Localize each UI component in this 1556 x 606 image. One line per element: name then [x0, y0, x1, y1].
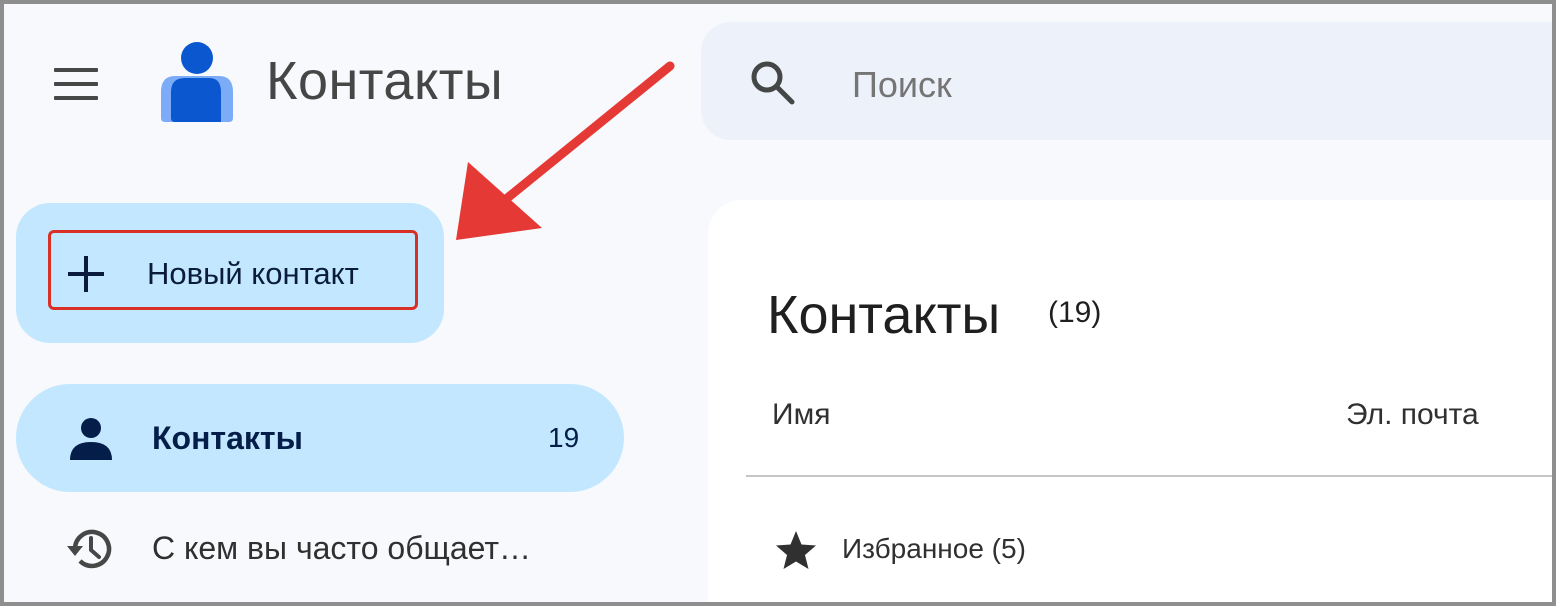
main-menu-button[interactable]: [48, 58, 104, 108]
star-icon: [776, 531, 816, 569]
new-contact-label[interactable]: Новый контакт: [147, 256, 359, 292]
sidebar-item-label: Контакты: [152, 420, 303, 456]
person-icon: [70, 418, 112, 460]
sidebar-item-label: С кем вы часто общает…: [152, 530, 532, 566]
search-icon[interactable]: [748, 58, 796, 106]
contacts-logo-icon: [161, 42, 233, 122]
column-header-email[interactable]: Эл. почта: [1346, 398, 1479, 432]
page-title: Контакты: [767, 285, 1001, 345]
plus-icon: [68, 256, 104, 292]
history-icon: [67, 529, 112, 569]
contacts-total-count: (19): [1048, 296, 1102, 329]
column-header-name[interactable]: Имя: [772, 398, 830, 432]
hamburger-menu-icon: [54, 68, 98, 72]
favorites-group-label[interactable]: Избранное (5): [842, 533, 1026, 565]
app-window: Контакты Новый контакт Контакты 19 С кем…: [0, 0, 1556, 606]
search-input[interactable]: [850, 60, 1454, 110]
divider: [746, 475, 1552, 477]
annotation-arrow-icon: [456, 61, 675, 240]
contacts-count-badge: 19: [548, 422, 580, 453]
